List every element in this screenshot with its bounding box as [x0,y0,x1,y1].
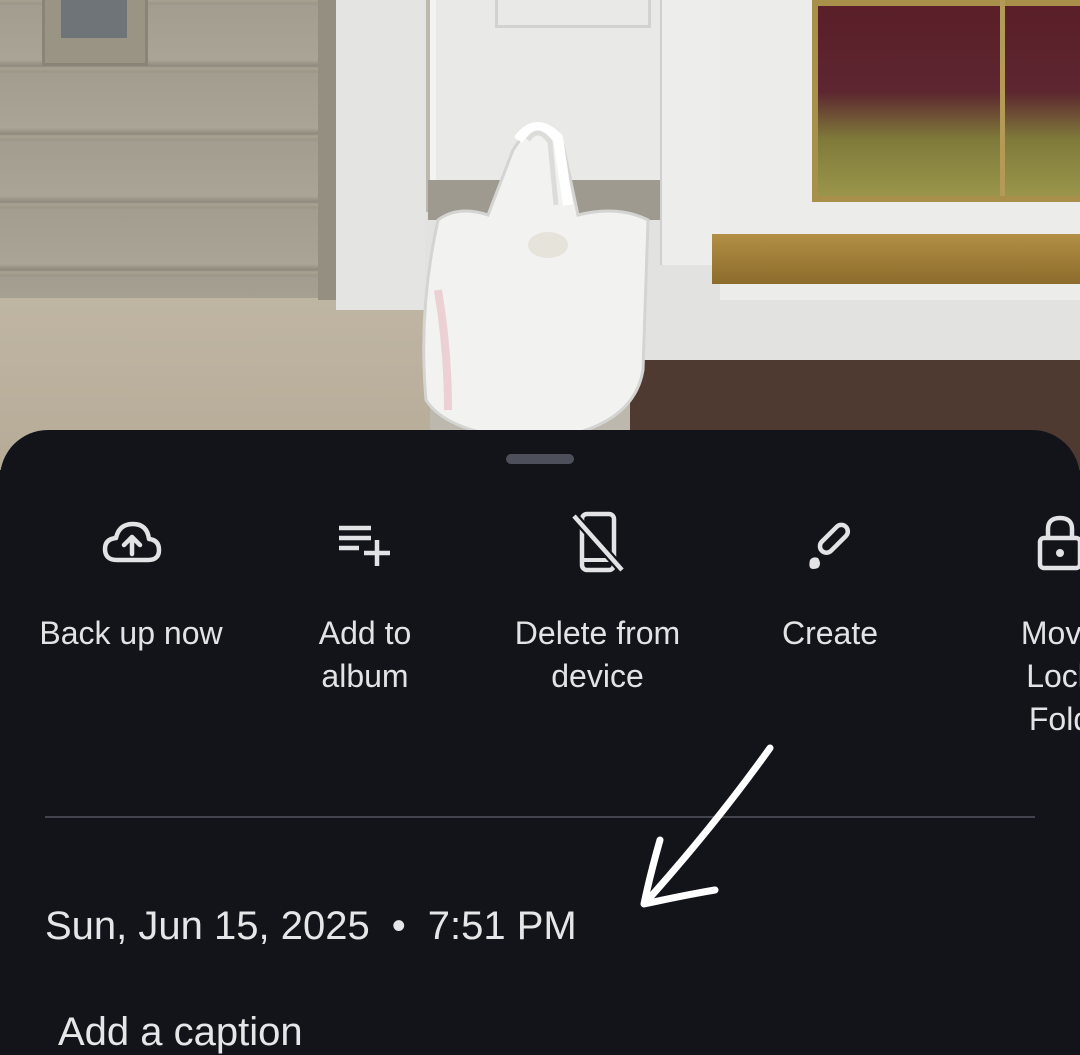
photo-door-jamb [660,0,724,265]
move-to-locked-folder-button[interactable]: Move Lock Fold [985,510,1080,741]
photo-time: 7:51 PM [427,904,577,948]
add-to-album-button[interactable]: Add to album [290,510,440,698]
photo[interactable] [0,0,1080,470]
add-caption-field[interactable]: Add a caption [58,1010,303,1055]
playlist-add-icon [339,525,390,566]
photo-glass-bar [1000,0,1005,196]
divider [45,816,1035,818]
move-to-locked-folder-label: Move Lock Fold [1020,615,1080,737]
photo-kick-plate [712,234,1080,284]
photo-siding-trim [318,0,336,300]
photo-wall [336,0,426,310]
cloud-upload-icon [102,521,162,563]
brush-icon [809,522,851,569]
photo-plastic-bag [422,122,650,442]
delete-from-device-label: Delete from device [514,615,681,694]
annotation-arrow-icon [640,744,774,908]
back-up-now-label: Back up now [39,615,223,651]
create-button[interactable]: Create [760,510,900,655]
lock-icon [1037,515,1080,571]
delete-from-device-button[interactable]: Delete from device [490,510,705,698]
add-to-album-label: Add to album [318,615,412,694]
photo-door-panel [495,0,651,28]
back-up-now-button[interactable]: Back up now [20,510,242,655]
photo-wall-plate [42,0,148,66]
photo-glass [812,0,1080,202]
details-sheet: Back up now Add to album Delete from dev… [0,430,1080,1054]
phone-delete-icon [570,511,625,573]
photo-date-time[interactable]: Sun, Jun 15, 2025 • 7:51 PM [45,904,577,949]
photo-date: Sun, Jun 15, 2025 [45,904,370,948]
drag-handle[interactable] [506,454,574,464]
create-label: Create [781,615,879,651]
date-time-separator: • [391,904,406,948]
